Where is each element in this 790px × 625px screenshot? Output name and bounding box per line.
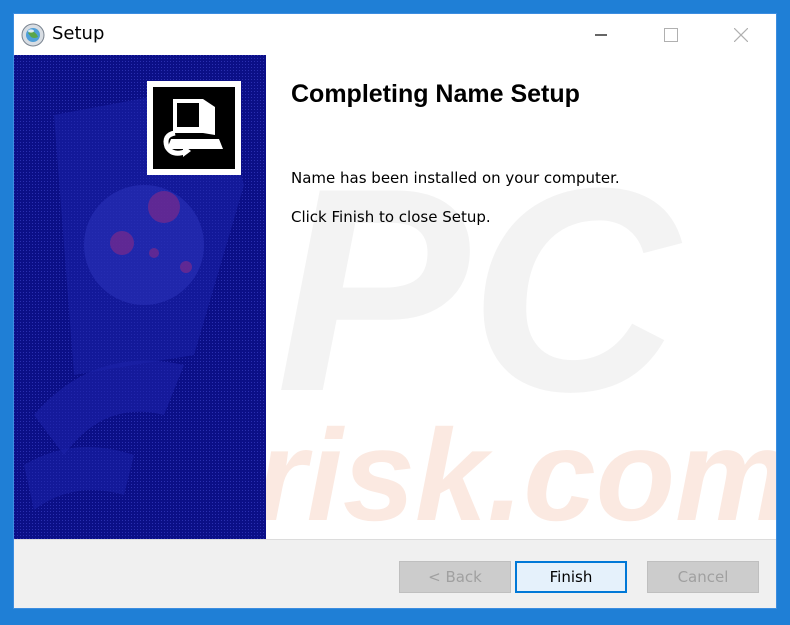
wizard-sidebar-banner [14,55,266,539]
logo-frame [147,81,241,175]
maximize-button[interactable] [636,14,706,55]
finish-instruction: Click Finish to close Setup. [291,208,491,226]
wizard-content: PC risk.com Completing Name Setup Name h… [266,55,776,539]
finish-button[interactable]: Finish [515,561,627,593]
title-bar[interactable]: Setup [14,14,776,55]
setup-globe-icon[interactable] [20,22,46,48]
minimize-button[interactable] [566,14,636,55]
computer-install-icon [163,99,223,157]
watermark-bottom-text: risk.com [266,402,776,539]
setup-window: Setup PC risk.com Completing Name Setup … [13,13,777,609]
page-heading: Completing Name Setup [291,80,580,108]
minimize-icon [595,33,607,36]
window-title: Setup [52,23,105,44]
cancel-button[interactable]: Cancel [647,561,759,593]
maximize-icon [664,27,678,42]
pcrisk-watermark: PC risk.com [266,128,776,539]
close-icon [734,27,748,42]
close-button[interactable] [706,14,776,55]
installed-message: Name has been installed on your computer… [291,169,620,187]
back-button[interactable]: < Back [399,561,511,593]
button-bar: < Back Finish Cancel [14,539,776,608]
